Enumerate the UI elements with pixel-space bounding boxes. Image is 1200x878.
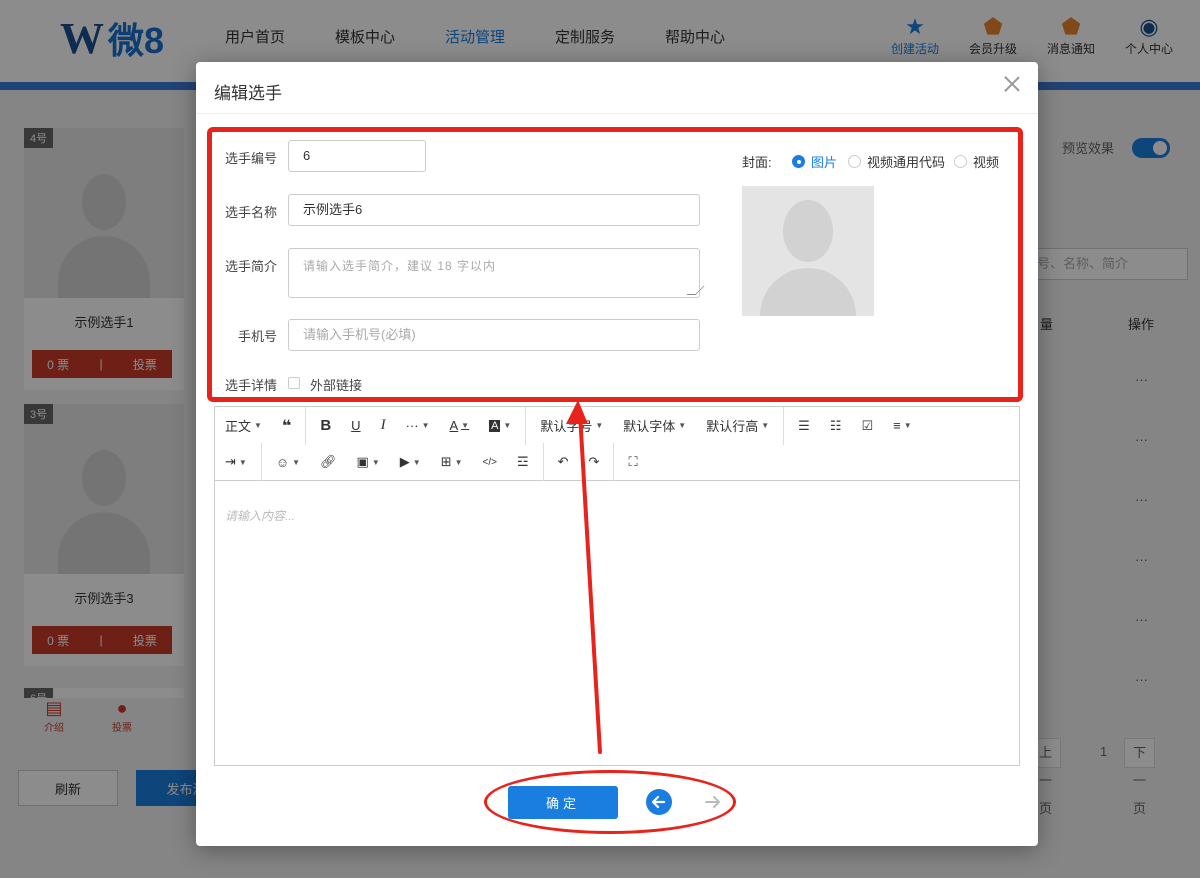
underline-icon[interactable]: U [341,407,370,444]
emoji-icon[interactable]: ☺ ▼ [266,444,310,481]
indent-icon[interactable]: ⇥ ▼ [215,444,257,481]
name-field[interactable]: 示例选手6 [288,194,700,226]
line-height-dropdown[interactable]: 默认行高 ▼ [696,407,779,444]
bulleted-list-icon[interactable]: ☰ [788,407,820,444]
name-label: 选手名称 [224,205,277,220]
redo-icon[interactable]: ↷ [579,444,610,481]
confirm-button[interactable]: 确定 [508,786,618,819]
radio-icon [954,155,967,168]
align-icon[interactable]: ≡ ▼ [883,407,922,444]
number-label: 选手编号 [224,151,277,166]
font-color-icon[interactable]: A ▼ [439,407,479,444]
cover-image-upload[interactable] [742,186,874,316]
divider-icon[interactable]: ☲ [507,444,539,481]
phone-label: 手机号 [237,329,277,344]
link-icon[interactable]: 🔗︎ [310,444,347,481]
modal-header: 编辑选手 [196,62,1038,114]
editor-toolbar-row-1: 正文 ▼ ❝ B U I ··· ▼ A ▼ A ▼ 默认字号 ▼ 默认字体 ▼ 默认行高 ▼… [215,406,1019,445]
external-link-label: 外部链接 [310,378,363,393]
radio-icon [792,155,805,168]
undo-icon[interactable]: ↶ [548,444,579,481]
quote-icon[interactable]: ❝ [272,407,301,444]
font-family-dropdown[interactable]: 默认字体 ▼ [613,407,696,444]
detail-label: 选手详情 [224,378,277,393]
rich-text-editor: 正文 ▼ ❝ B U I ··· ▼ A ▼ A ▼ 默认字号 ▼ 默认字体 ▼ 默认行高 ▼… [214,406,1020,766]
code-icon[interactable]: </> [473,444,507,481]
forward-arrow-icon[interactable] [700,789,726,815]
editor-toolbar-row-2: ⇥ ▼ ☺ ▼ 🔗︎ ▣ ▼ ▶ ▼ ⊞ ▼ </> ☲ ↶ ↷ ⛶ [215,443,1019,481]
fullscreen-icon[interactable]: ⛶ [618,444,647,481]
italic-icon[interactable]: I [371,407,396,444]
heading-dropdown[interactable]: 正文 ▼ [215,407,272,444]
intro-label: 选手简介 [224,259,277,274]
cover-option-image[interactable]: 图片 [792,152,837,171]
bold-icon[interactable]: B [310,407,341,444]
editor-content[interactable]: 请输入内容... [225,507,295,524]
external-link-checkbox[interactable] [288,377,300,389]
radio-icon [848,155,861,168]
image-icon[interactable]: ▣ ▼ [347,444,390,481]
close-icon[interactable] [1000,72,1024,96]
more-styles-icon[interactable]: ··· ▼ [396,407,440,444]
font-size-dropdown[interactable]: 默认字号 ▼ [530,407,613,444]
video-icon[interactable]: ▶ ▼ [390,444,431,481]
phone-field[interactable]: 请输入手机号(必填) [288,319,700,351]
back-arrow-icon[interactable] [646,789,672,815]
cover-label: 封面: [742,155,772,170]
background-color-icon[interactable]: A ▼ [479,407,521,444]
cover-option-video[interactable]: 视频 [954,152,999,171]
checklist-icon[interactable]: ☑ [851,407,883,444]
edit-contestant-modal: 编辑选手 选手编号 6 选手名称 示例选手6 选手简介 请输入选手简介，建议 1… [196,62,1038,846]
numbered-list-icon[interactable]: ☷ [820,407,852,444]
cover-option-video-code[interactable]: 视频通用代码 [848,152,945,171]
number-field[interactable]: 6 [288,140,426,172]
modal-title: 编辑选手 [214,84,282,103]
table-icon[interactable]: ⊞ ▼ [431,444,473,481]
intro-textarea[interactable]: 请输入选手简介，建议 18 字以内 [288,248,700,298]
